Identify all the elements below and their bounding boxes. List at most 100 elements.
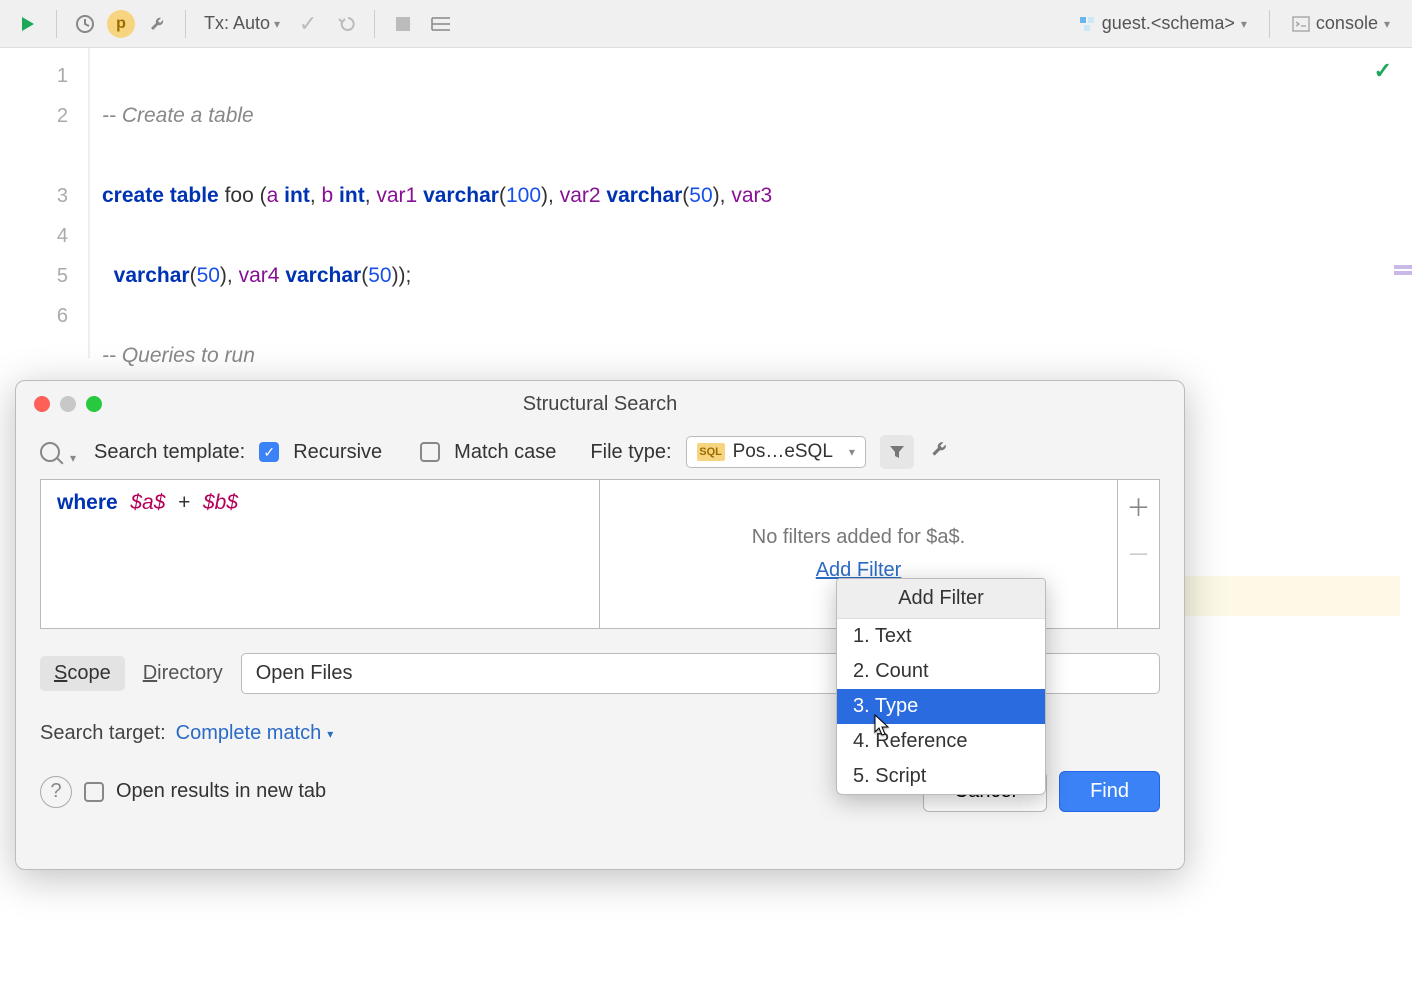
variable: $b$ bbox=[203, 491, 238, 514]
inspection-ok-icon[interactable]: ✓ bbox=[1374, 58, 1392, 84]
scope-toggle[interactable]: Scope bbox=[40, 656, 125, 691]
filter-toolbar: ＋ － bbox=[1118, 479, 1160, 629]
num: 50 bbox=[368, 264, 391, 287]
separator bbox=[185, 10, 186, 38]
filter-icon[interactable] bbox=[880, 435, 914, 469]
p-badge[interactable]: p bbox=[107, 10, 135, 38]
filter-option-script[interactable]: 5. Script bbox=[837, 759, 1045, 794]
code-editor[interactable]: 1 2 3 4 5 6 -- Create a table create tab… bbox=[0, 48, 1412, 358]
filter-option-text[interactable]: 1. Text bbox=[837, 619, 1045, 654]
type: int bbox=[284, 184, 310, 207]
type: varchar bbox=[606, 184, 682, 207]
punc: , bbox=[365, 184, 371, 207]
file-type-label: File type: bbox=[590, 441, 671, 464]
match-case-checkbox[interactable] bbox=[420, 442, 440, 462]
remove-filter-icon[interactable]: － bbox=[1127, 535, 1151, 570]
schema-label: guest.<schema> bbox=[1102, 13, 1235, 34]
col: a bbox=[267, 184, 279, 207]
history-icon[interactable] bbox=[69, 8, 101, 40]
help-icon[interactable]: ? bbox=[40, 776, 72, 808]
directory-toggle[interactable]: Directory bbox=[143, 662, 223, 685]
search-template-label: Search template: bbox=[94, 441, 245, 464]
punc: ( bbox=[190, 264, 197, 287]
col: var4 bbox=[239, 264, 280, 287]
commit-icon[interactable]: ✓ bbox=[292, 8, 324, 40]
comment: -- Create a table bbox=[102, 104, 254, 127]
open-new-tab-label: Open results in new tab bbox=[116, 780, 326, 803]
punc: , bbox=[227, 264, 233, 287]
punc: , bbox=[310, 184, 316, 207]
search-target-dropdown[interactable]: Complete match▾ bbox=[176, 722, 334, 745]
add-filter-icon[interactable]: ＋ bbox=[1127, 488, 1151, 523]
zoom-window-icon[interactable] bbox=[86, 396, 102, 412]
filter-option-reference[interactable]: 4. Reference bbox=[837, 724, 1045, 759]
col: var2 bbox=[560, 184, 601, 207]
explain-icon[interactable] bbox=[425, 8, 457, 40]
type: varchar bbox=[285, 264, 361, 287]
line-number: 2 bbox=[0, 96, 68, 136]
wrench-icon[interactable] bbox=[141, 8, 173, 40]
window-controls bbox=[16, 396, 102, 412]
separator bbox=[56, 10, 57, 38]
schema-picker[interactable]: guest.<schema>▾ bbox=[1068, 9, 1257, 38]
file-type-value: Pos…eSQL bbox=[733, 441, 833, 463]
close-window-icon[interactable] bbox=[34, 396, 50, 412]
titlebar: Structural Search bbox=[16, 381, 1184, 427]
search-icon[interactable] bbox=[40, 442, 60, 462]
console-icon bbox=[1292, 16, 1310, 32]
tx-mode-dropdown[interactable]: Tx: Auto ▾ bbox=[198, 13, 286, 34]
run-icon[interactable] bbox=[12, 8, 44, 40]
filter-option-type[interactable]: 3. Type bbox=[837, 689, 1045, 724]
code-area[interactable]: -- Create a table create table foo (a in… bbox=[90, 48, 1412, 358]
scope-btn-rest: cope bbox=[67, 662, 110, 684]
punc: , bbox=[720, 184, 726, 207]
col: var1 bbox=[376, 184, 417, 207]
search-target-label: Search target: bbox=[40, 722, 166, 745]
file-type-dropdown[interactable]: SQL Pos…eSQL ▾ bbox=[686, 436, 866, 468]
num: 50 bbox=[689, 184, 712, 207]
num: 50 bbox=[197, 264, 220, 287]
type: int bbox=[339, 184, 365, 207]
col: b bbox=[322, 184, 334, 207]
line-number: 4 bbox=[0, 216, 68, 256]
line-number: 1 bbox=[0, 56, 68, 96]
op: + bbox=[178, 491, 190, 514]
punc: ) bbox=[541, 184, 548, 207]
filter-option-count[interactable]: 2. Count bbox=[837, 654, 1045, 689]
overview-ruler[interactable] bbox=[1394, 263, 1412, 277]
type: varchar bbox=[114, 264, 190, 287]
gutter: 1 2 3 4 5 6 bbox=[0, 48, 90, 358]
recursive-label: Recursive bbox=[293, 441, 382, 464]
separator bbox=[1269, 10, 1270, 38]
punc: ( bbox=[260, 184, 267, 207]
line-number: 6 bbox=[0, 296, 68, 336]
directory-rest: irectory bbox=[157, 662, 223, 684]
stop-icon[interactable] bbox=[387, 8, 419, 40]
punc: ) bbox=[713, 184, 720, 207]
minimize-window-icon[interactable] bbox=[60, 396, 76, 412]
open-new-tab-checkbox[interactable] bbox=[84, 782, 104, 802]
popup-title: Add Filter bbox=[837, 579, 1045, 619]
kw: where bbox=[57, 491, 118, 514]
dialog-title: Structural Search bbox=[16, 393, 1184, 416]
punc: ( bbox=[499, 184, 506, 207]
separator bbox=[374, 10, 375, 38]
search-pattern-input[interactable]: where $a$ + $b$ bbox=[40, 479, 600, 629]
main-toolbar: p Tx: Auto ▾ ✓ guest.<schema>▾ console▾ bbox=[0, 0, 1412, 48]
no-filters-message: No filters added for $a$. bbox=[752, 526, 965, 549]
add-filter-menu: Add Filter 1. Text 2. Count 3. Type 4. R… bbox=[836, 578, 1046, 795]
match-case-label: Match case bbox=[454, 441, 556, 464]
variable: $a$ bbox=[130, 491, 165, 514]
target-value: Complete match bbox=[176, 722, 322, 745]
console-picker[interactable]: console▾ bbox=[1282, 9, 1400, 38]
find-button[interactable]: Find bbox=[1059, 771, 1160, 812]
col: var3 bbox=[731, 184, 772, 207]
recursive-checkbox[interactable]: ✓ bbox=[259, 442, 279, 462]
settings-wrench-icon[interactable] bbox=[928, 438, 950, 466]
line-number: 5 bbox=[0, 256, 68, 296]
comment: -- Queries to run bbox=[102, 344, 255, 367]
rollback-icon[interactable] bbox=[330, 8, 362, 40]
schema-icon bbox=[1078, 15, 1096, 33]
ident: foo bbox=[225, 184, 254, 207]
line-number: 3 bbox=[0, 176, 68, 216]
